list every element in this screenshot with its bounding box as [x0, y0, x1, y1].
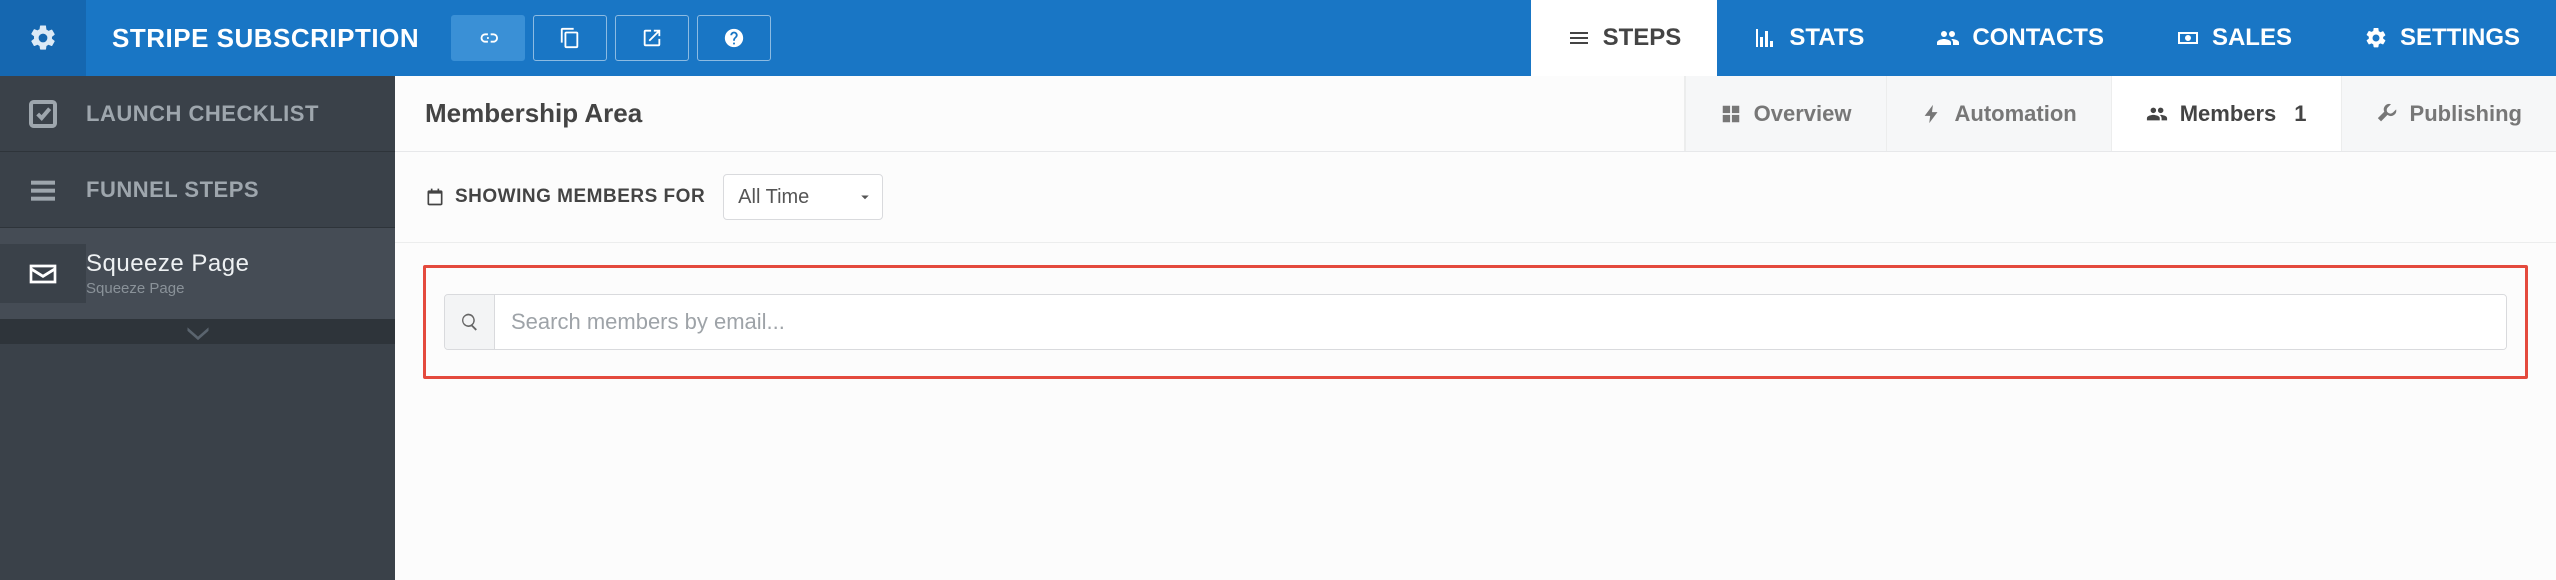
calendar-icon [425, 187, 445, 207]
copy-icon [559, 27, 581, 49]
date-range-select[interactable]: All Time [723, 174, 883, 220]
tab-publishing-label: Publishing [2410, 101, 2522, 127]
bolt-icon [1921, 103, 1943, 125]
help-icon [723, 27, 745, 49]
topnav-contacts[interactable]: CONTACTS [1900, 0, 2140, 76]
topbar: STRIPE SUBSCRIPTION STEPS STATS CONTACTS [0, 0, 2556, 76]
sidebar-collapse-toggle[interactable] [0, 320, 395, 344]
topnav-sales[interactable]: SALES [2140, 0, 2328, 76]
sidebar-item-label: FUNNEL STEPS [86, 177, 259, 203]
tab-members-count: 1 [2294, 101, 2306, 127]
grid-icon [1720, 103, 1742, 125]
topnav-stats[interactable]: STATS [1717, 0, 1900, 76]
topnav-settings[interactable]: SETTINGS [2328, 0, 2556, 76]
tab-members[interactable]: Members 1 [2111, 76, 2341, 151]
open-external-button[interactable] [615, 15, 689, 61]
search-input[interactable] [495, 295, 2506, 349]
copy-button[interactable] [533, 15, 607, 61]
topnav-stats-label: STATS [1789, 24, 1864, 52]
settings-gear-button[interactable] [0, 0, 86, 76]
sidebar-icon-cell [0, 92, 86, 135]
filter-label-text: SHOWING MEMBERS FOR [455, 186, 705, 208]
content: Membership Area Overview Automation Memb… [395, 76, 2556, 580]
gear-icon [2364, 26, 2388, 50]
sidebar-item-label: LAUNCH CHECKLIST [86, 101, 319, 127]
sidebar-item-text: Squeeze Page Squeeze Page [86, 250, 249, 297]
content-tabs: Membership Area Overview Automation Memb… [395, 76, 2556, 152]
sidebar-icon-cell [0, 244, 86, 303]
search-addon [445, 295, 495, 349]
topbar-action-bar [451, 0, 803, 76]
chevron-down-icon [184, 323, 212, 341]
filter-label: SHOWING MEMBERS FOR [425, 186, 705, 208]
sidebar-item-funnel-steps[interactable]: FUNNEL STEPS [0, 152, 395, 228]
tab-members-label: Members [2180, 101, 2277, 127]
topnav-steps[interactable]: STEPS [1531, 0, 1718, 76]
tab-publishing[interactable]: Publishing [2341, 76, 2556, 151]
gear-icon [28, 23, 58, 53]
users-icon [2146, 103, 2168, 125]
sidebar-item-launch-checklist[interactable]: LAUNCH CHECKLIST [0, 76, 395, 152]
filter-bar: SHOWING MEMBERS FOR All Time [395, 152, 2556, 243]
cash-icon [2176, 26, 2200, 50]
topnav-settings-label: SETTINGS [2400, 24, 2520, 52]
search-box [444, 294, 2507, 350]
topnav-contacts-label: CONTACTS [1972, 24, 2104, 52]
chart-icon [1753, 26, 1777, 50]
sidebar-item-title: Squeeze Page [86, 250, 249, 278]
sidebar-item-squeeze-page[interactable]: Squeeze Page Squeeze Page [0, 228, 395, 320]
tab-automation-label: Automation [1955, 101, 2077, 127]
main: LAUNCH CHECKLIST FUNNEL STEPS Squeeze Pa… [0, 76, 2556, 580]
link-button[interactable] [451, 15, 525, 61]
envelope-icon [27, 258, 59, 290]
help-button[interactable] [697, 15, 771, 61]
search-icon [460, 312, 480, 332]
menu-icon [1567, 26, 1591, 50]
sidebar: LAUNCH CHECKLIST FUNNEL STEPS Squeeze Pa… [0, 76, 395, 580]
tab-overview-label: Overview [1754, 101, 1852, 127]
check-square-icon [27, 98, 59, 130]
tab-automation[interactable]: Automation [1886, 76, 2111, 151]
topnav-sales-label: SALES [2212, 24, 2292, 52]
sidebar-item-subtitle: Squeeze Page [86, 280, 249, 297]
link-icon [477, 27, 499, 49]
external-link-icon [641, 27, 663, 49]
page-title: STRIPE SUBSCRIPTION [86, 0, 451, 76]
menu-icon [27, 174, 59, 206]
topnav: STEPS STATS CONTACTS SALES SETTINGS [1531, 0, 2556, 76]
sidebar-icon-cell [0, 168, 86, 211]
topnav-steps-label: STEPS [1603, 24, 1682, 52]
highlighted-search-area [423, 265, 2528, 379]
tab-overview[interactable]: Overview [1685, 76, 1886, 151]
users-icon [1936, 26, 1960, 50]
content-heading: Membership Area [395, 76, 1685, 151]
wrench-icon [2376, 103, 2398, 125]
